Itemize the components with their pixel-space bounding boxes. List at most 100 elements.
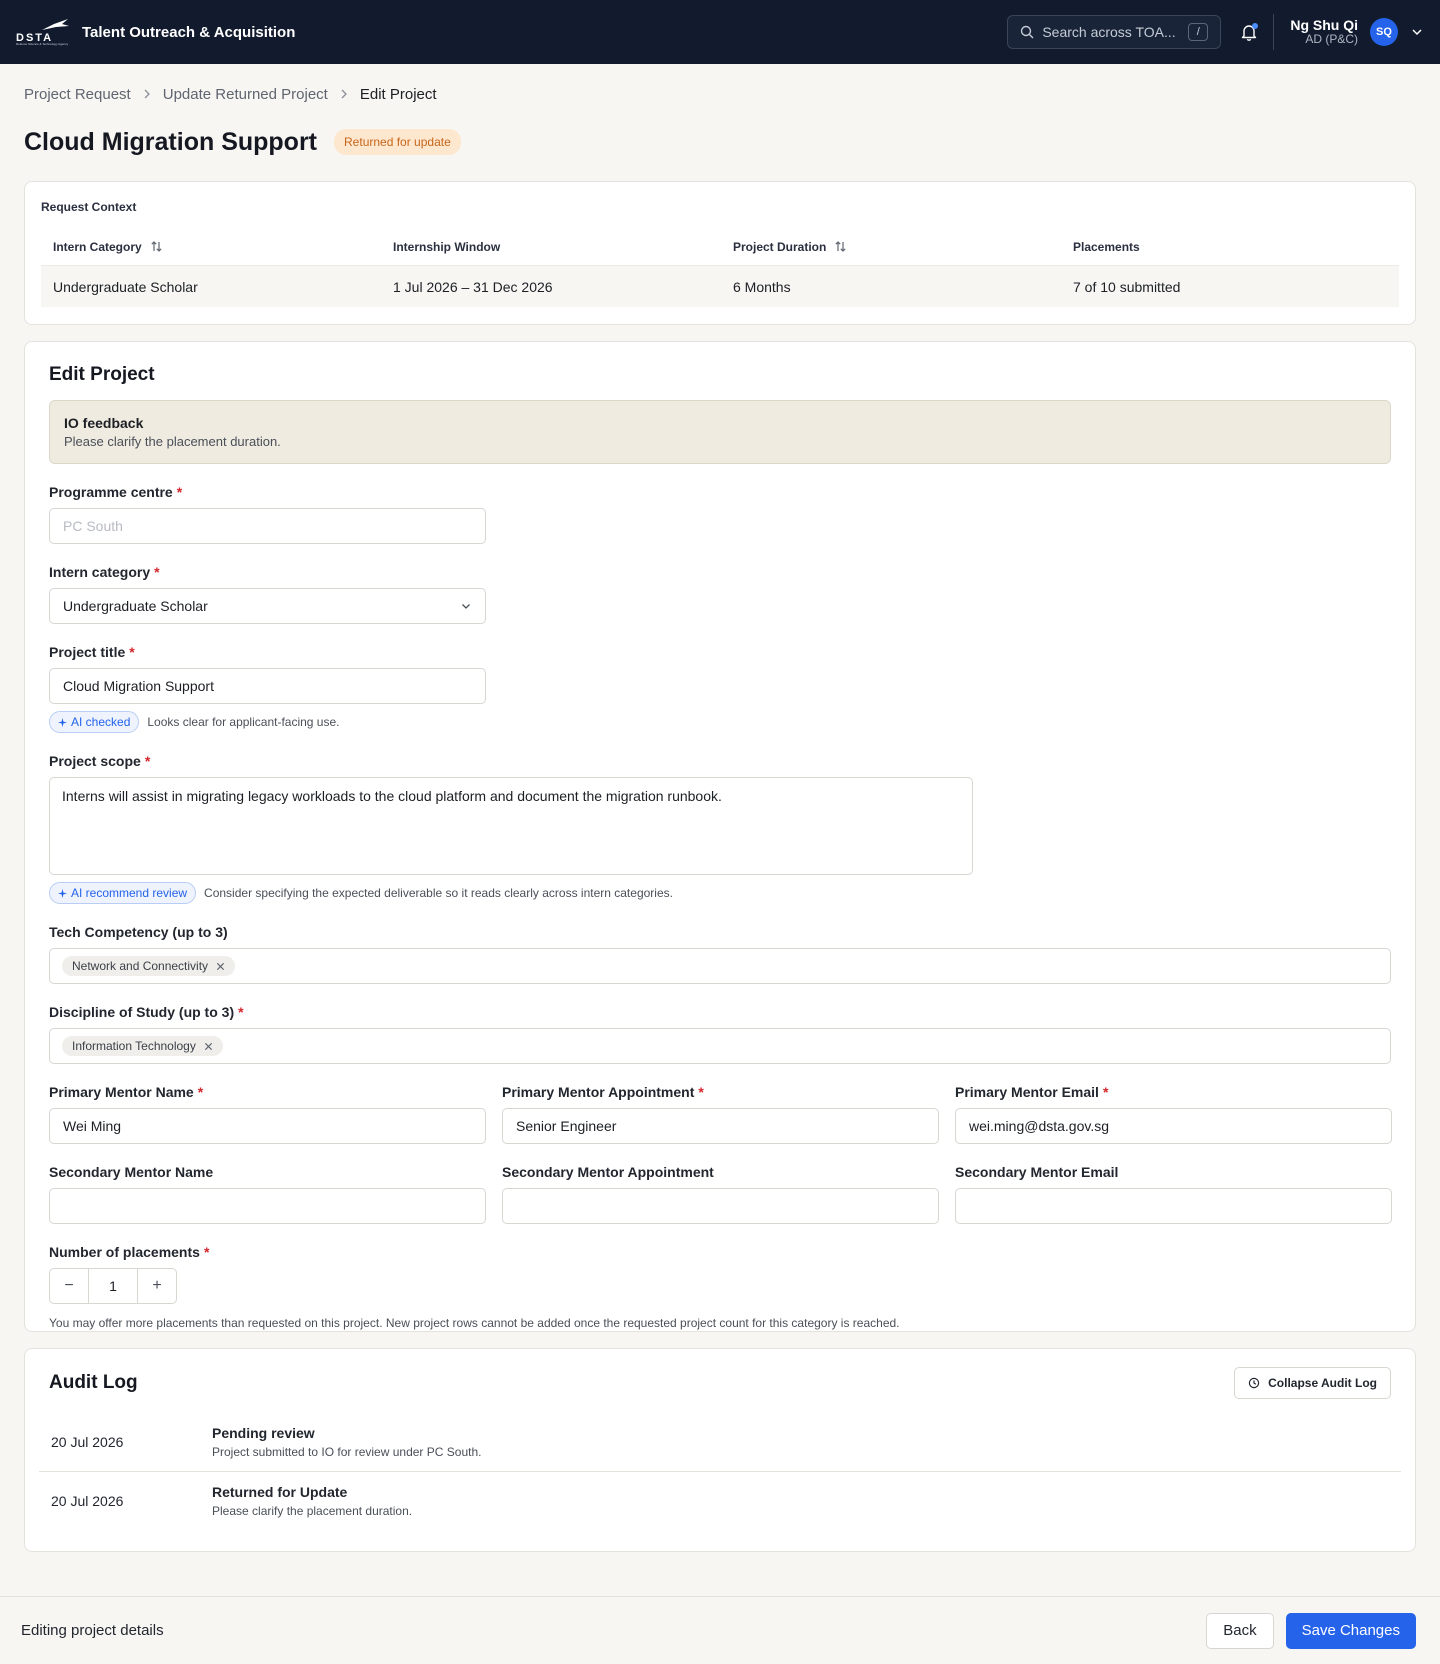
label-text: Programme centre — [49, 484, 173, 500]
primary-mentor-appointment-input[interactable]: Senior Engineer — [502, 1108, 939, 1144]
close-icon[interactable] — [216, 962, 225, 971]
edit-project-title: Edit Project — [49, 364, 155, 385]
request-context-title: Request Context — [41, 200, 137, 214]
audit-log-title: Audit Log — [49, 1372, 138, 1393]
secondary-mentor-appointment-input[interactable] — [502, 1188, 939, 1224]
placements-value[interactable]: 1 — [88, 1269, 138, 1303]
tag-label: Network and Connectivity — [72, 959, 209, 973]
audit-log-entry: 20 Jul 2026 Pending review Project submi… — [39, 1413, 1401, 1472]
audit-log-list: 20 Jul 2026 Pending review Project submi… — [39, 1413, 1401, 1530]
app-logo[interactable]: DSTA Defence Science & Technology Agency… — [16, 16, 295, 48]
primary-mentor-email-label: Primary Mentor Email * — [955, 1084, 1392, 1102]
chevron-right-icon — [144, 89, 150, 99]
audit-entry-text: Please clarify the placement duration. — [212, 1504, 413, 1518]
column-header-project-duration[interactable]: Project Duration — [733, 240, 1073, 254]
io-feedback-text: Please clarify the placement duration. — [64, 434, 281, 449]
audit-entry-title: Returned for Update — [212, 1484, 348, 1500]
programme-centre-input: PC South — [49, 508, 486, 544]
collapse-audit-log-button[interactable]: Collapse Audit Log — [1234, 1367, 1391, 1399]
table-cell-placements: 7 of 10 submitted — [1073, 278, 1181, 295]
secondary-mentor-email-input[interactable] — [955, 1188, 1392, 1224]
secondary-mentor-name-field: Secondary Mentor Name — [49, 1164, 486, 1224]
placements-label: Number of placements * — [49, 1244, 1391, 1262]
project-title-ai-check: AI checked Looks clear for applicant-fac… — [49, 711, 1391, 733]
intern-category-label: Intern category * — [49, 564, 1391, 582]
table-row: Undergraduate Scholar 1 Jul 2026 – 31 De… — [41, 266, 1399, 307]
chevron-down-icon[interactable] — [1410, 25, 1424, 39]
required-marker: * — [129, 644, 135, 660]
user-info[interactable]: Ng Shu Qi AD (P&C) — [1290, 18, 1358, 46]
primary-mentor-appointment-label: Primary Mentor Appointment * — [502, 1084, 939, 1102]
chevron-down-icon — [462, 604, 470, 609]
breadcrumb-update-returned-project[interactable]: Update Returned Project — [163, 86, 328, 103]
secondary-mentor-name-label: Secondary Mentor Name — [49, 1164, 214, 1180]
label-text: Project scope — [49, 753, 141, 769]
project-title-input[interactable]: Cloud Migration Support — [49, 668, 486, 704]
intern-category-select[interactable]: Undergraduate Scholar — [49, 588, 486, 624]
required-marker: * — [203, 1244, 210, 1260]
page-title: Cloud Migration Support — [24, 127, 318, 156]
audit-entry-title: Pending review — [212, 1425, 315, 1441]
table-cell-project-duration: 6 Months — [733, 278, 791, 295]
header-divider — [1273, 14, 1275, 50]
decrement-button[interactable]: − — [50, 1269, 88, 1303]
breadcrumb: Project Request Update Returned Project … — [24, 84, 1416, 104]
project-scope-textarea[interactable]: Interns will assist in migrating legacy … — [49, 777, 973, 875]
footer-actions: Back Save Changes — [1206, 1612, 1416, 1649]
primary-mentor-name-label: Primary Mentor Name * — [49, 1084, 486, 1102]
intern-category-field: Intern category * Undergraduate Scholar — [49, 564, 1391, 624]
column-header-label: Placements — [1073, 239, 1140, 254]
main-content: Project Request Update Returned Project … — [0, 84, 1440, 1552]
column-header-internship-window: Internship Window — [393, 240, 733, 254]
discipline-input[interactable]: Information Technology — [49, 1028, 1391, 1064]
close-icon[interactable] — [204, 1042, 213, 1051]
primary-mentor-name-field: Primary Mentor Name * Wei Ming — [49, 1084, 486, 1144]
table-header: Intern Category Internship Window Projec… — [41, 228, 1399, 266]
sort-icon[interactable] — [834, 240, 847, 253]
required-marker: * — [176, 484, 183, 500]
discipline-label: Discipline of Study (up to 3) * — [49, 1004, 1391, 1022]
primary-mentor-email-input[interactable]: wei.ming@dsta.gov.sg — [955, 1108, 1392, 1144]
column-header-label: Intern Category — [53, 239, 142, 254]
sort-icon[interactable] — [150, 240, 163, 253]
footer-status-text: Editing project details — [21, 1622, 164, 1639]
breadcrumb-edit-project: Edit Project — [359, 85, 437, 103]
audit-entry-date: 20 Jul 2026 — [51, 1493, 124, 1509]
column-header-label: Internship Window — [393, 239, 501, 254]
required-marker: * — [698, 1084, 704, 1100]
secondary-mentor-name-input[interactable] — [49, 1188, 486, 1224]
audit-entry-text: Project submitted to IO for review under… — [212, 1445, 482, 1459]
tech-competency-field: Tech Competency (up to 3) Network and Co… — [49, 924, 1391, 984]
quantity-stepper: − 1 + — [49, 1268, 177, 1304]
dsta-logo: DSTA Defence Science & Technology Agency — [16, 16, 72, 48]
logo-bird-icon — [42, 19, 69, 30]
column-header-intern-category[interactable]: Intern Category — [53, 240, 393, 254]
avatar[interactable]: SQ — [1370, 18, 1398, 46]
io-feedback-panel: IO feedback Please clarify the placement… — [49, 400, 1391, 464]
save-changes-button[interactable]: Save Changes — [1285, 1612, 1416, 1649]
ai-checked-badge: AI checked — [49, 711, 140, 733]
chevron-right-icon — [341, 89, 347, 99]
sparkle-icon — [58, 888, 67, 898]
required-marker: * — [1102, 1084, 1109, 1100]
breadcrumb-project-request[interactable]: Project Request — [24, 86, 131, 103]
footer-action-bar: Editing project details Back Save Change… — [0, 1596, 1440, 1664]
ai-note: Looks clear for applicant-facing use. — [147, 715, 340, 729]
required-marker: * — [154, 564, 160, 580]
secondary-mentor-appointment-label: Secondary Mentor Appointment — [502, 1164, 714, 1180]
ai-badge-label: AI checked — [71, 715, 131, 729]
request-context-card: Request Context Intern Category Internsh… — [24, 181, 1416, 325]
increment-button[interactable]: + — [138, 1269, 176, 1303]
io-feedback-title: IO feedback — [64, 415, 144, 431]
edit-project-card: Edit Project IO feedback Please clarify … — [24, 341, 1416, 1332]
back-button[interactable]: Back — [1206, 1612, 1274, 1649]
required-marker: * — [197, 1084, 204, 1100]
tag-chip: Network and Connectivity — [62, 956, 236, 976]
notification-bell-button[interactable] — [1239, 22, 1259, 42]
primary-mentor-name-input[interactable]: Wei Ming — [49, 1108, 486, 1144]
page-header: Cloud Migration Support Returned for upd… — [24, 122, 1416, 162]
tag-chip: Information Technology — [62, 1036, 223, 1056]
tech-competency-input[interactable]: Network and Connectivity — [49, 948, 1391, 984]
global-search[interactable]: Search across TOA... / — [1007, 15, 1222, 49]
secondary-mentor-row: Secondary Mentor Name Secondary Mentor A… — [49, 1144, 1392, 1224]
